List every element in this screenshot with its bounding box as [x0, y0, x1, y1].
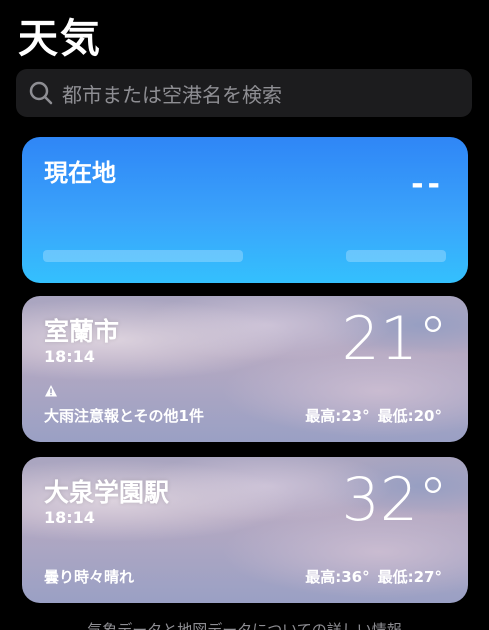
high-temp: 最高:36°: [305, 568, 370, 586]
city-temp: 21°: [341, 304, 448, 374]
high-low: 最高:36° 最低:27°: [297, 566, 442, 587]
page-title: 天気: [18, 16, 102, 62]
low-temp: 最低:20°: [377, 407, 442, 425]
city-name: 大泉学園駅: [44, 478, 170, 507]
loading-placeholder-bar: [346, 250, 446, 262]
weather-condition: 曇り時々晴れ: [44, 568, 135, 586]
weather-app: 天気 都市または空港名を検索 現在地 -- 室蘭市 18:14 21° 大雨注意…: [0, 0, 489, 630]
high-low: 最高:23° 最低:20°: [297, 405, 442, 426]
location-card-muroran[interactable]: 室蘭市 18:14 21° 大雨注意報とその他1件 最高:23° 最低:20°: [22, 296, 468, 442]
high-temp: 最高:23°: [305, 407, 370, 425]
location-card-oizumigakuen[interactable]: 大泉学園駅 18:14 32° 曇り時々晴れ 最高:36° 最低:27°: [22, 457, 468, 603]
low-temp: 最低:27°: [377, 568, 442, 586]
location-name: 現在地: [44, 159, 116, 187]
location-card-current[interactable]: 現在地 --: [22, 137, 468, 283]
location-temp: --: [411, 167, 444, 202]
search-bar[interactable]: 都市または空港名を検索: [16, 69, 472, 117]
city-temp: 32°: [341, 465, 448, 535]
warning-triangle-icon: [45, 385, 57, 397]
city-time: 18:14: [44, 347, 95, 366]
weather-condition: 大雨注意報とその他1件: [44, 407, 204, 425]
city-name: 室蘭市: [44, 317, 120, 346]
data-info-link[interactable]: 気象データと地図データについての詳しい情報: [0, 619, 489, 630]
search-icon: [29, 81, 53, 105]
city-time: 18:14: [44, 508, 95, 527]
loading-placeholder-bar: [43, 250, 243, 262]
search-input[interactable]: 都市または空港名を検索: [62, 79, 282, 108]
